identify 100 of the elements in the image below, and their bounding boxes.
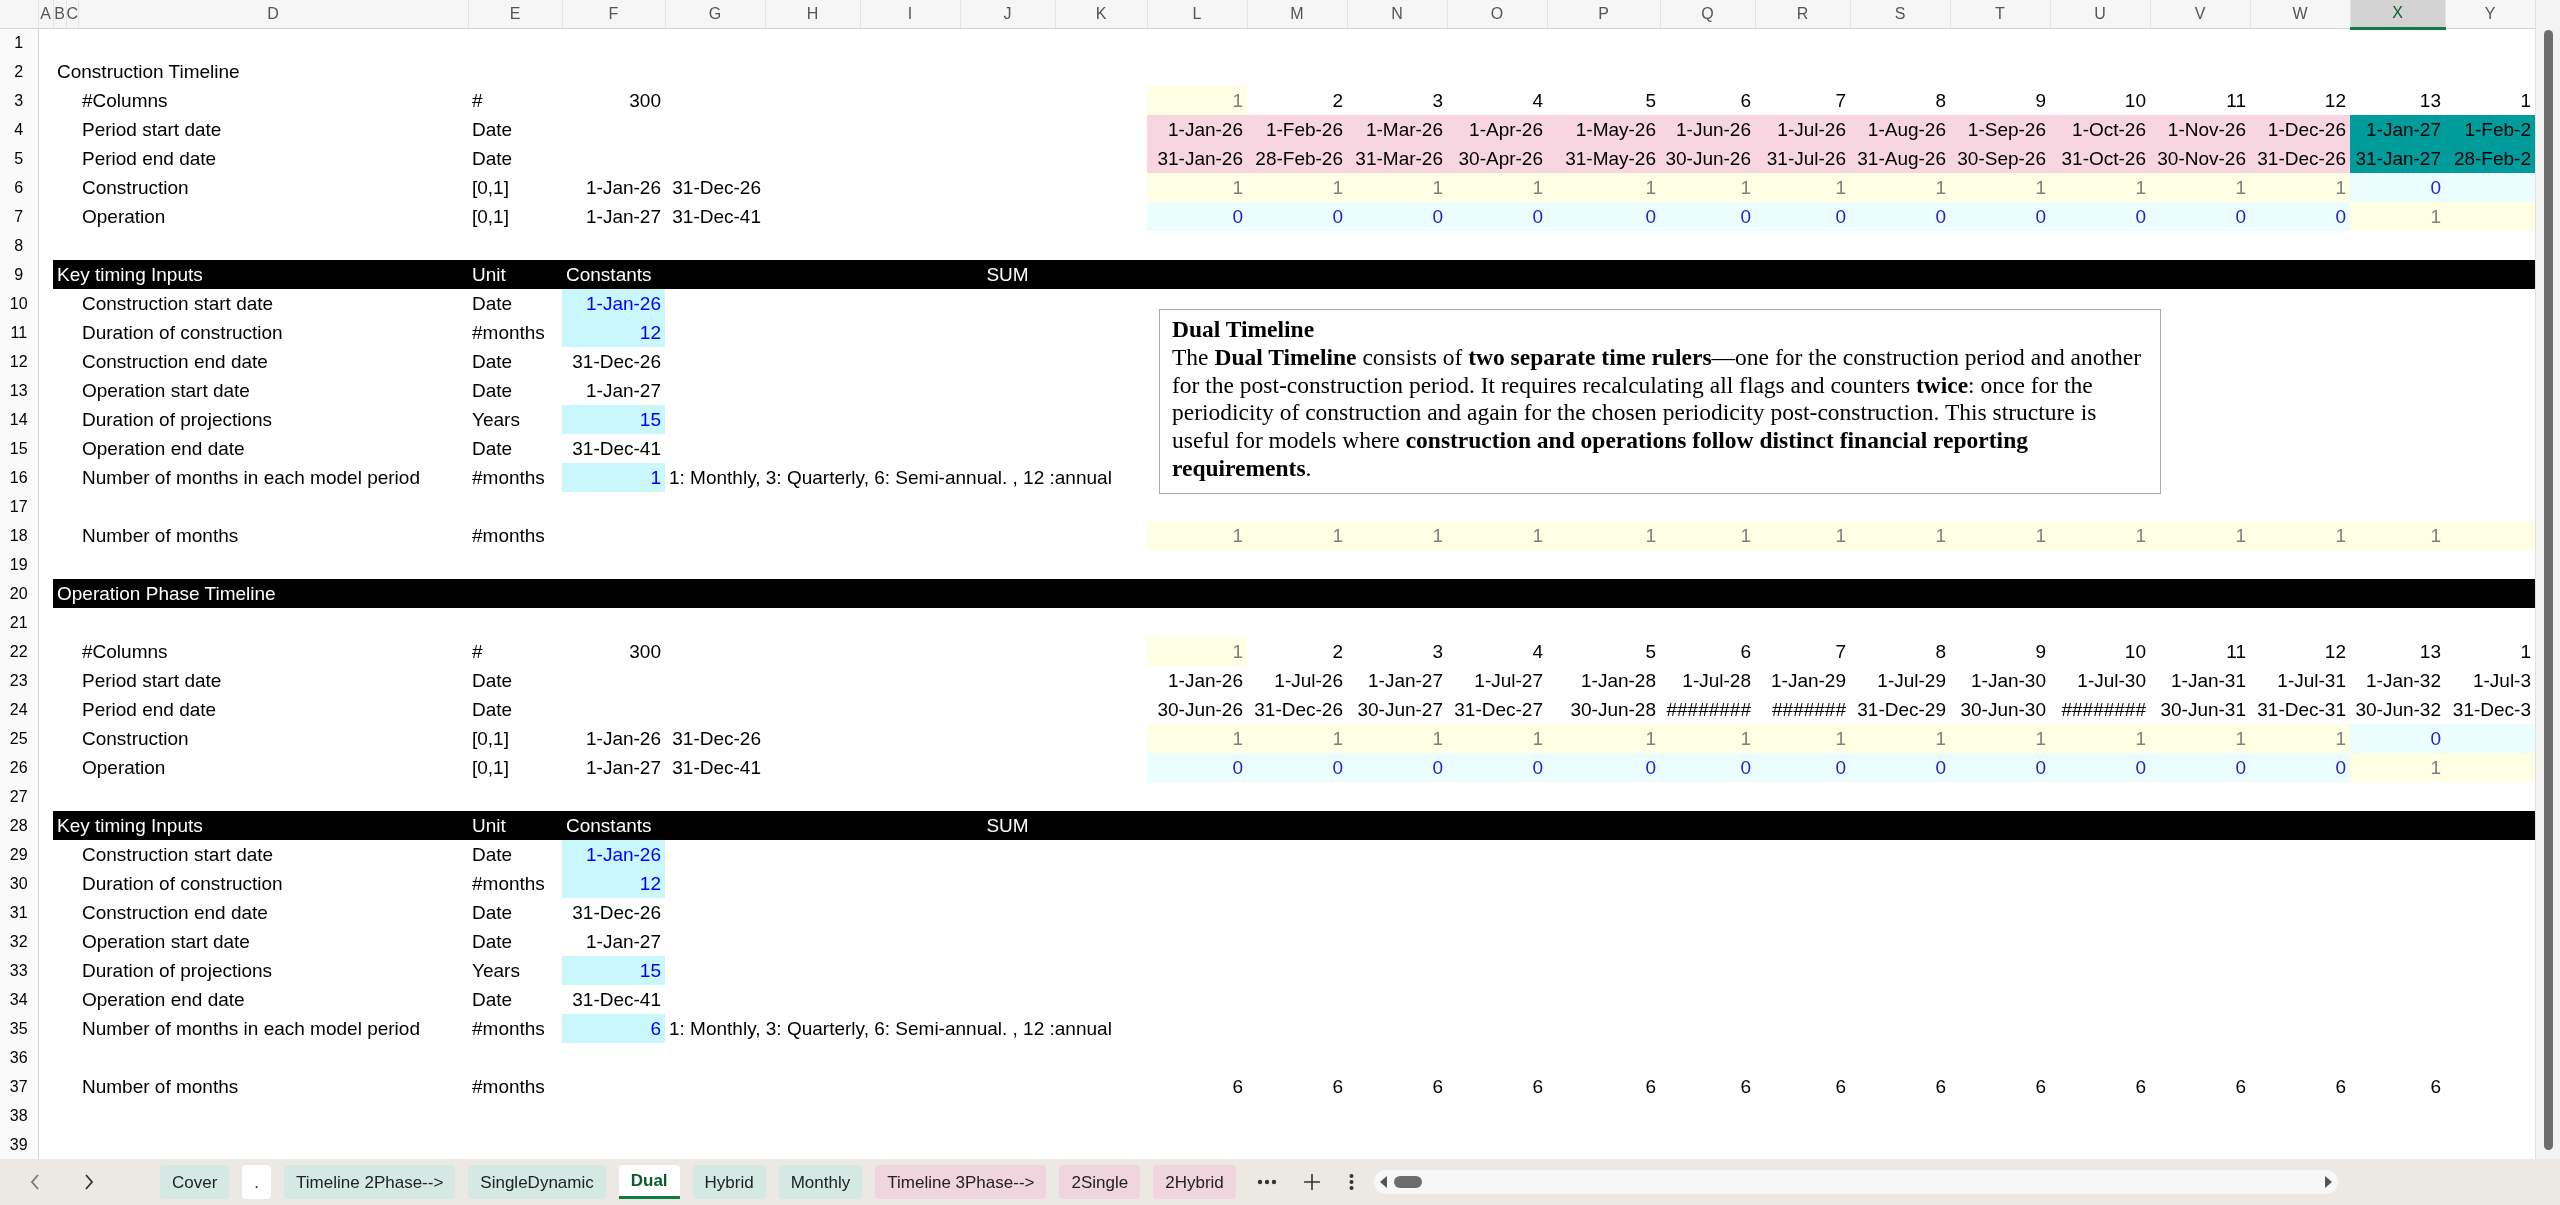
row-number[interactable]: 12	[0, 347, 38, 376]
vertical-dots-icon[interactable]	[1348, 1173, 1354, 1191]
sheet-tab[interactable]: 2Single	[1059, 1165, 1141, 1199]
column-header[interactable]: L	[1147, 0, 1247, 28]
input-cell[interactable]: 15	[562, 956, 665, 985]
row-number[interactable]: 20	[0, 579, 38, 608]
column-header[interactable]: Q	[1660, 0, 1755, 28]
row-number[interactable]: 33	[0, 956, 38, 985]
row-number[interactable]: 10	[0, 289, 38, 318]
flag-cell: 0	[1347, 202, 1447, 231]
plus-icon[interactable]	[1302, 1173, 1321, 1191]
row-number[interactable]: 34	[0, 985, 38, 1014]
row-number[interactable]: 19	[0, 550, 38, 579]
scrollbar-thumb[interactable]	[2543, 30, 2553, 1150]
row-number[interactable]: 39	[0, 1130, 38, 1159]
column-header[interactable]: G	[665, 0, 765, 28]
sheet-tab[interactable]: Timeline 2Phase-->	[284, 1165, 456, 1199]
row-number[interactable]: 6	[0, 173, 38, 202]
scroll-left-icon[interactable]	[1379, 1176, 1388, 1188]
sheet-tab[interactable]: Cover	[160, 1165, 230, 1199]
sheet-tab[interactable]: Hybrid	[692, 1165, 766, 1199]
column-header[interactable]: S	[1850, 0, 1950, 28]
row-number[interactable]: 7	[0, 202, 38, 231]
column-header[interactable]: O	[1447, 0, 1547, 28]
row-number[interactable]: 11	[0, 318, 38, 347]
row-number[interactable]: 21	[0, 608, 38, 637]
row-number[interactable]: 31	[0, 898, 38, 927]
date-cell: 31-Oct-26	[2050, 144, 2150, 173]
sheet-tab[interactable]: Timeline 3Phase-->	[875, 1165, 1047, 1199]
row-number[interactable]: 29	[0, 840, 38, 869]
row-number[interactable]: 8	[0, 231, 38, 260]
row-number[interactable]: 35	[0, 1014, 38, 1043]
column-header[interactable]: T	[1950, 0, 2050, 28]
row-number[interactable]: 14	[0, 405, 38, 434]
column-header[interactable]: X	[2350, 0, 2445, 28]
row-number[interactable]: 32	[0, 927, 38, 956]
row-number[interactable]: 36	[0, 1043, 38, 1072]
column-header[interactable]: N	[1347, 0, 1447, 28]
column-header[interactable]: R	[1755, 0, 1850, 28]
column-header[interactable]: V	[2150, 0, 2250, 28]
row-number[interactable]: 4	[0, 115, 38, 144]
row-number[interactable]: 18	[0, 521, 38, 550]
row-number[interactable]: 15	[0, 434, 38, 463]
more-icon[interactable]	[1256, 1179, 1277, 1185]
row-number[interactable]: 30	[0, 869, 38, 898]
row-number[interactable]: 25	[0, 724, 38, 753]
chevron-left-icon[interactable]	[30, 1173, 40, 1191]
row-number[interactable]: 2	[0, 57, 38, 86]
row-number[interactable]: 1	[0, 28, 38, 57]
sheet-tab[interactable]: Dual	[618, 1165, 680, 1199]
sheet-tab[interactable]: .	[242, 1165, 272, 1199]
row-number[interactable]: 26	[0, 753, 38, 782]
column-header[interactable]: D	[78, 0, 468, 28]
input-cell[interactable]: 12	[562, 318, 665, 347]
row-number[interactable]: 23	[0, 666, 38, 695]
column-header[interactable]: F	[562, 0, 665, 28]
input-cell[interactable]: 1	[562, 463, 665, 492]
cell-text: [0,1]	[472, 728, 509, 749]
input-cell[interactable]: 12	[562, 869, 665, 898]
column-header[interactable]: Y	[2445, 0, 2535, 28]
row-number[interactable]: 27	[0, 782, 38, 811]
input-cell[interactable]: 15	[562, 405, 665, 434]
row-number[interactable]: 38	[0, 1101, 38, 1130]
flag-cell: 1	[2350, 753, 2445, 782]
column-header[interactable]: K	[1055, 0, 1147, 28]
row-number[interactable]: 37	[0, 1072, 38, 1101]
cell-text: Construction start date	[82, 293, 274, 314]
row-number[interactable]: 9	[0, 260, 38, 289]
column-header[interactable]: H	[765, 0, 860, 28]
sheet-tab[interactable]: Monthly	[778, 1165, 863, 1199]
input-cell[interactable]: 1-Jan-26	[562, 840, 665, 869]
flag-cell: 1	[2150, 521, 2250, 550]
column-header[interactable]: M	[1247, 0, 1347, 28]
column-header[interactable]: W	[2250, 0, 2350, 28]
column-header[interactable]: P	[1547, 0, 1660, 28]
sheet-tab[interactable]: SingleDynamic	[468, 1165, 606, 1199]
row-number[interactable]: 28	[0, 811, 38, 840]
column-header[interactable]: E	[468, 0, 562, 28]
column-header[interactable]: I	[860, 0, 960, 28]
input-cell[interactable]: 6	[562, 1014, 665, 1043]
row-number[interactable]: 16	[0, 463, 38, 492]
row-number[interactable]: 13	[0, 376, 38, 405]
flag-cell: 0	[2350, 724, 2445, 753]
row-number[interactable]: 3	[0, 86, 38, 115]
column-header[interactable]: J	[960, 0, 1055, 28]
row-number[interactable]: 22	[0, 637, 38, 666]
date-cell: 1-Oct-26	[2050, 115, 2150, 144]
vertical-scrollbar[interactable]	[2535, 0, 2560, 1159]
sheet-tab[interactable]: 2Hybrid	[1153, 1165, 1236, 1199]
cell-text: #months	[472, 525, 545, 546]
row-number[interactable]: 24	[0, 695, 38, 724]
row-number[interactable]: 5	[0, 144, 38, 173]
input-cell[interactable]: 1-Jan-26	[562, 289, 665, 318]
cell-value: 6	[2135, 1076, 2146, 1097]
chevron-right-icon[interactable]	[84, 1173, 94, 1191]
horizontal-scrollbar[interactable]	[1373, 1170, 2338, 1194]
column-header[interactable]: U	[2050, 0, 2150, 28]
scroll-right-icon[interactable]	[2323, 1176, 2332, 1188]
row-number[interactable]: 17	[0, 492, 38, 521]
scrollbar-thumb[interactable]	[1393, 1176, 1422, 1188]
